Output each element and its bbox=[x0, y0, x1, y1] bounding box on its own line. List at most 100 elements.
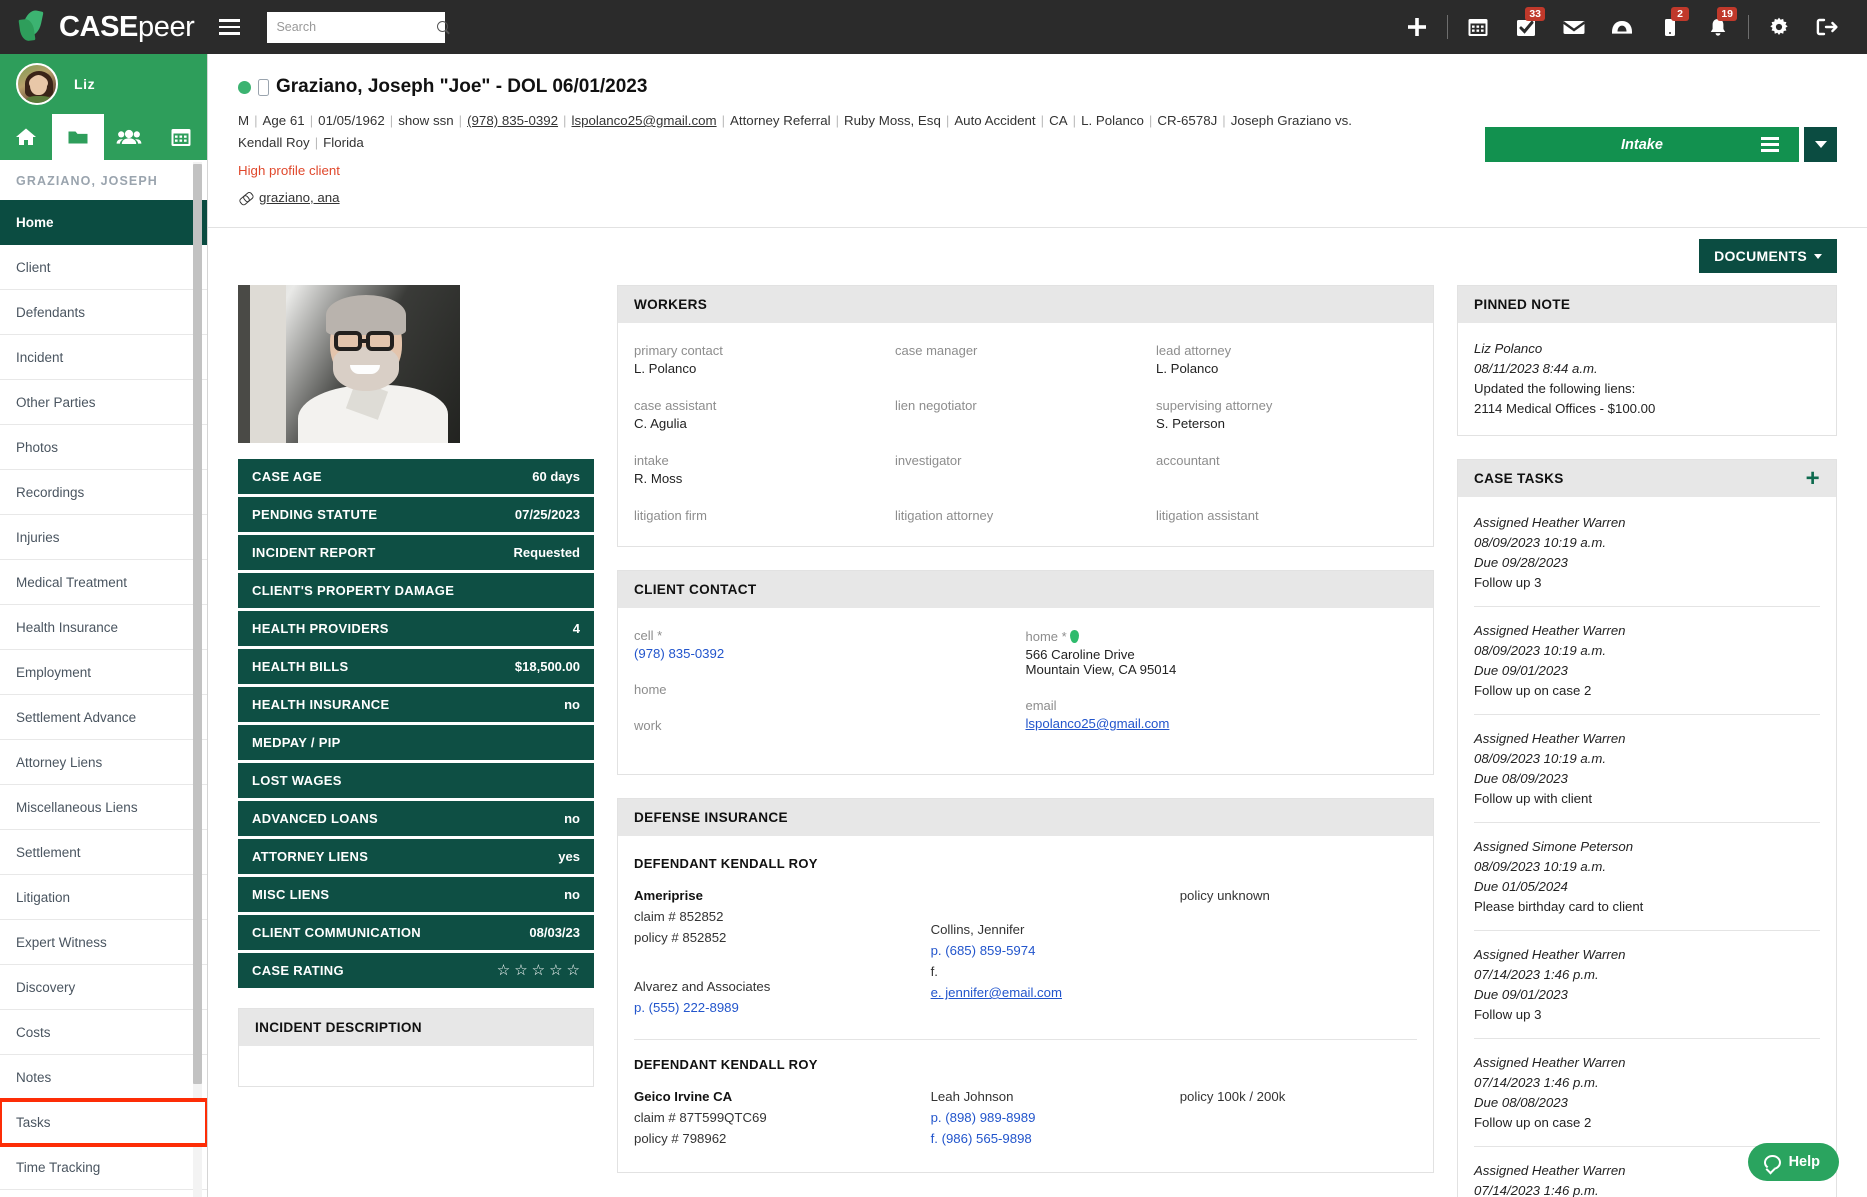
sidebar-item-time-tracking[interactable]: Time Tracking bbox=[0, 1145, 207, 1190]
adjuster-email[interactable]: e. jennifer@email.com bbox=[931, 985, 1180, 1000]
stat-health-insurance[interactable]: HEALTH INSURANCE no bbox=[238, 687, 594, 722]
stat-case-rating[interactable]: CASE RATING ☆ ☆ ☆ ☆ ☆ bbox=[238, 953, 594, 988]
contact-work-phone: work bbox=[634, 718, 1026, 733]
sidebar-item-client[interactable]: Client bbox=[0, 245, 207, 290]
stat-incident-report[interactable]: INCIDENT REPORT Requested bbox=[238, 535, 594, 570]
sidebar-item-other-parties[interactable]: Other Parties bbox=[0, 380, 207, 425]
task-item[interactable]: Assigned Heather Warren 08/09/2023 10:19… bbox=[1474, 607, 1820, 715]
case-rating-stars[interactable]: ☆ ☆ ☆ ☆ ☆ bbox=[497, 963, 580, 978]
mobile-icon[interactable]: 2 bbox=[1646, 0, 1694, 54]
claim-number: claim # 87T599QTC69 bbox=[634, 1110, 767, 1125]
chevron-down-icon bbox=[1814, 253, 1822, 259]
gear-icon[interactable] bbox=[1755, 0, 1803, 54]
sidebar-item-discovery[interactable]: Discovery bbox=[0, 965, 207, 1010]
sidebar-item-expert-witness[interactable]: Expert Witness bbox=[0, 920, 207, 965]
sidebar-item-timeline[interactable]: Timeline bbox=[0, 1190, 207, 1197]
intake-dropdown-button[interactable] bbox=[1804, 127, 1837, 162]
task-item[interactable]: Assigned Heather Warren 08/09/2023 10:19… bbox=[1474, 715, 1820, 823]
envelope-icon[interactable] bbox=[1550, 0, 1598, 54]
star-icon[interactable]: ☆ bbox=[514, 963, 527, 978]
star-icon[interactable]: ☆ bbox=[567, 963, 580, 978]
stat-health-providers[interactable]: HEALTH PROVIDERS 4 bbox=[238, 611, 594, 646]
field-label: accountant bbox=[1156, 453, 1220, 468]
help-button[interactable]: Help bbox=[1747, 1143, 1839, 1181]
map-pin-icon[interactable] bbox=[1070, 630, 1080, 643]
stat-case-age[interactable]: CASE AGE 60 days bbox=[238, 459, 594, 494]
stat-misc-liens[interactable]: MISC LIENS no bbox=[238, 877, 594, 912]
sidebar-item-settlement-advance[interactable]: Settlement Advance bbox=[0, 695, 207, 740]
search-input[interactable] bbox=[276, 20, 438, 34]
defense-firm-phone[interactable]: p. (555) 222-8989 bbox=[634, 1000, 931, 1015]
logout-icon[interactable] bbox=[1803, 0, 1851, 54]
stat-client-property-damage[interactable]: CLIENT'S PROPERTY DAMAGE bbox=[238, 573, 594, 608]
stat-medpay-pip[interactable]: MEDPAY / PIP bbox=[238, 725, 594, 760]
brand-logo-area[interactable]: CASEpeer bbox=[0, 8, 195, 44]
email-link[interactable]: lspolanco25@gmail.com bbox=[1026, 716, 1418, 731]
adjuster-phone[interactable]: p. (898) 989-8989 bbox=[931, 1110, 1180, 1125]
sidebar-item-tasks[interactable]: Tasks bbox=[0, 1098, 207, 1147]
bell-icon[interactable]: 19 bbox=[1694, 0, 1742, 54]
star-icon[interactable]: ☆ bbox=[549, 963, 562, 978]
sidebar-item-injuries[interactable]: Injuries bbox=[0, 515, 207, 560]
calendar-icon[interactable] bbox=[155, 114, 207, 160]
sidebar-item-costs[interactable]: Costs bbox=[0, 1010, 207, 1055]
intake-status-button[interactable]: Intake bbox=[1485, 127, 1799, 162]
client-contact-header: CLIENT CONTACT bbox=[618, 571, 1433, 608]
sidebar-item-incident[interactable]: Incident bbox=[0, 335, 207, 380]
adjuster-phone[interactable]: p. (685) 859-5974 bbox=[931, 943, 1180, 958]
sidebar-item-photos[interactable]: Photos bbox=[0, 425, 207, 470]
task-item[interactable]: Assigned Simone Peterson 08/09/2023 10:1… bbox=[1474, 823, 1820, 931]
adjuster-fax[interactable]: f. (986) 565-9898 bbox=[931, 1131, 1180, 1146]
meta-email-link[interactable]: lspolanco25@gmail.com bbox=[572, 113, 717, 128]
stat-attorney-liens[interactable]: ATTORNEY LIENS yes bbox=[238, 839, 594, 874]
sidebar-item-defendants[interactable]: Defendants bbox=[0, 290, 207, 335]
tasks-check-icon[interactable]: 33 bbox=[1502, 0, 1550, 54]
task-item[interactable]: Assigned Heather Warren 07/14/2023 1:46 … bbox=[1474, 1039, 1820, 1147]
sidebar-item-settlement[interactable]: Settlement bbox=[0, 830, 207, 875]
sidebar-item-employment[interactable]: Employment bbox=[0, 650, 207, 695]
field-value: R. Moss bbox=[634, 471, 683, 486]
menu-toggle-icon[interactable] bbox=[219, 19, 241, 35]
sidebar-item-home[interactable]: Home bbox=[0, 200, 207, 245]
stat-lost-wages[interactable]: LOST WAGES bbox=[238, 763, 594, 798]
sidebar-item-health-insurance[interactable]: Health Insurance bbox=[0, 605, 207, 650]
sidebar-item-attorney-liens[interactable]: Attorney Liens bbox=[0, 740, 207, 785]
pinned-note-panel: PINNED NOTE Liz Polanco 08/11/2023 8:44 … bbox=[1457, 285, 1837, 436]
inbox-icon[interactable] bbox=[1598, 0, 1646, 54]
user-panel[interactable]: Liz bbox=[0, 54, 207, 114]
stat-advanced-loans[interactable]: ADVANCED LOANS no bbox=[238, 801, 594, 836]
cell-phone-link[interactable]: (978) 835-0392 bbox=[634, 646, 1026, 661]
case-tasks-title: CASE TASKS bbox=[1474, 471, 1564, 486]
sidebar-scrollbar-thumb[interactable] bbox=[193, 164, 202, 1084]
home-icon[interactable] bbox=[0, 114, 52, 160]
folder-icon[interactable] bbox=[51, 114, 104, 160]
people-icon[interactable] bbox=[104, 114, 156, 160]
sidebar-item-recordings[interactable]: Recordings bbox=[0, 470, 207, 515]
meta-show-ssn[interactable]: show ssn bbox=[398, 113, 453, 128]
defense-entry-grid: Ameriprise claim # 852852 policy # 85285… bbox=[634, 888, 1417, 1021]
linked-case-link[interactable]: graziano, ana bbox=[259, 190, 340, 205]
sidebar-item-medical-treatment[interactable]: Medical Treatment bbox=[0, 560, 207, 605]
intake-menu-icon[interactable] bbox=[1761, 137, 1779, 152]
documents-button[interactable]: DOCUMENTS bbox=[1699, 239, 1837, 273]
worker-field: investigator bbox=[895, 453, 1156, 486]
star-icon[interactable]: ☆ bbox=[532, 963, 545, 978]
meta-phone-link[interactable]: (978) 835-0392 bbox=[467, 113, 558, 128]
sidebar-item-litigation[interactable]: Litigation bbox=[0, 875, 207, 920]
task-item[interactable]: Assigned Heather Warren 08/09/2023 10:19… bbox=[1474, 499, 1820, 607]
star-icon[interactable]: ☆ bbox=[497, 963, 510, 978]
calendar-icon[interactable] bbox=[1454, 0, 1502, 54]
stat-pending-statute[interactable]: PENDING STATUTE 07/25/2023 bbox=[238, 497, 594, 532]
search-icon[interactable] bbox=[437, 20, 450, 34]
sidebar-item-miscellaneous-liens[interactable]: Miscellaneous Liens bbox=[0, 785, 207, 830]
avatar[interactable] bbox=[16, 63, 58, 105]
task-due: Due 09/28/2023 bbox=[1474, 555, 1568, 570]
stat-health-bills[interactable]: HEALTH BILLS $18,500.00 bbox=[238, 649, 594, 684]
add-task-button[interactable]: + bbox=[1806, 466, 1820, 490]
sidebar-item-notes[interactable]: Notes bbox=[0, 1055, 207, 1100]
stat-value: no bbox=[564, 811, 580, 826]
task-item[interactable]: Assigned Heather Warren 07/14/2023 1:46 … bbox=[1474, 931, 1820, 1039]
global-search[interactable] bbox=[267, 11, 449, 43]
plus-icon[interactable] bbox=[1393, 0, 1441, 54]
stat-client-communication[interactable]: CLIENT COMMUNICATION 08/03/23 bbox=[238, 915, 594, 950]
